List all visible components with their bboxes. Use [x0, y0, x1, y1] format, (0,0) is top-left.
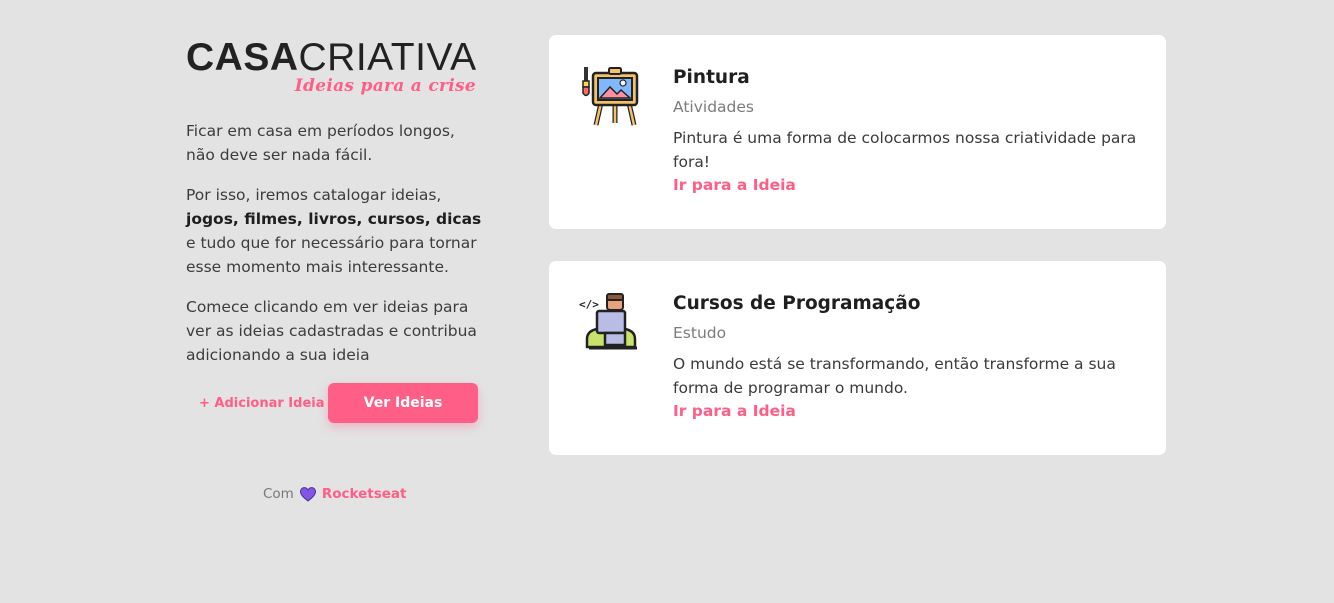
intro-paragraph-2: Por isso, iremos catalogar ideias, jogos… [186, 183, 486, 279]
idea-title: Cursos de Programação [673, 293, 921, 314]
heart-icon [299, 486, 316, 502]
idea-category: Estudo [673, 324, 727, 342]
logo-bold: CASA [186, 36, 299, 79]
left-column: CASACRIATIVA Ideias para a crise Ficar e… [186, 38, 486, 423]
idea-category: Atividades [673, 98, 754, 116]
programmer-laptop-icon: </> [579, 291, 643, 355]
idea-description: Pintura é uma forma de colocarmos nossa … [673, 129, 1137, 171]
logo: CASACRIATIVA Ideias para a crise [186, 38, 478, 100]
logo-title: CASACRIATIVA [186, 38, 477, 78]
idea-card: </> Cursos de Programação Estudo O mundo… [549, 261, 1166, 455]
actions: + Adicionar Ideia Ver Ideias [186, 383, 486, 423]
footer: Com Rocketseat [263, 486, 407, 502]
svg-text:</>: </> [579, 298, 599, 311]
logo-light: CRIATIVA [298, 36, 477, 79]
view-ideas-button[interactable]: Ver Ideias [328, 383, 478, 423]
footer-brand-link[interactable]: Rocketseat [322, 486, 407, 502]
intro-paragraph-1: Ficar em casa em períodos longos, não de… [186, 122, 455, 164]
idea-content: Cursos de Programação Estudo O mundo est… [673, 292, 1143, 422]
intro-text: Ficar em casa em períodos longos, não de… [186, 119, 486, 367]
go-to-idea-link[interactable]: Ir para a Ideia [673, 174, 796, 196]
go-to-idea-link[interactable]: Ir para a Ideia [673, 400, 796, 422]
intro-paragraph-3: Comece clicando em ver ideias para ver a… [186, 298, 477, 364]
footer-prefix: Com [263, 486, 294, 502]
add-idea-button[interactable]: + Adicionar Ideia [199, 383, 325, 423]
intro-p2-bold: jogos, filmes, livros, cursos, dicas [186, 210, 482, 228]
idea-card: Pintura Atividades Pintura é uma forma d… [549, 35, 1166, 229]
idea-content: Pintura Atividades Pintura é uma forma d… [673, 66, 1143, 196]
page: CASACRIATIVA Ideias para a crise Ficar e… [0, 0, 1334, 603]
intro-p2-after: e tudo que for necessário para tornar es… [186, 234, 477, 276]
painting-easel-icon [579, 65, 643, 129]
idea-title: Pintura [673, 67, 750, 88]
intro-p2-before: Por isso, iremos catalogar ideias, [186, 186, 442, 204]
idea-description: O mundo está se transformando, então tra… [673, 355, 1116, 397]
logo-tagline: Ideias para a crise [294, 76, 476, 96]
